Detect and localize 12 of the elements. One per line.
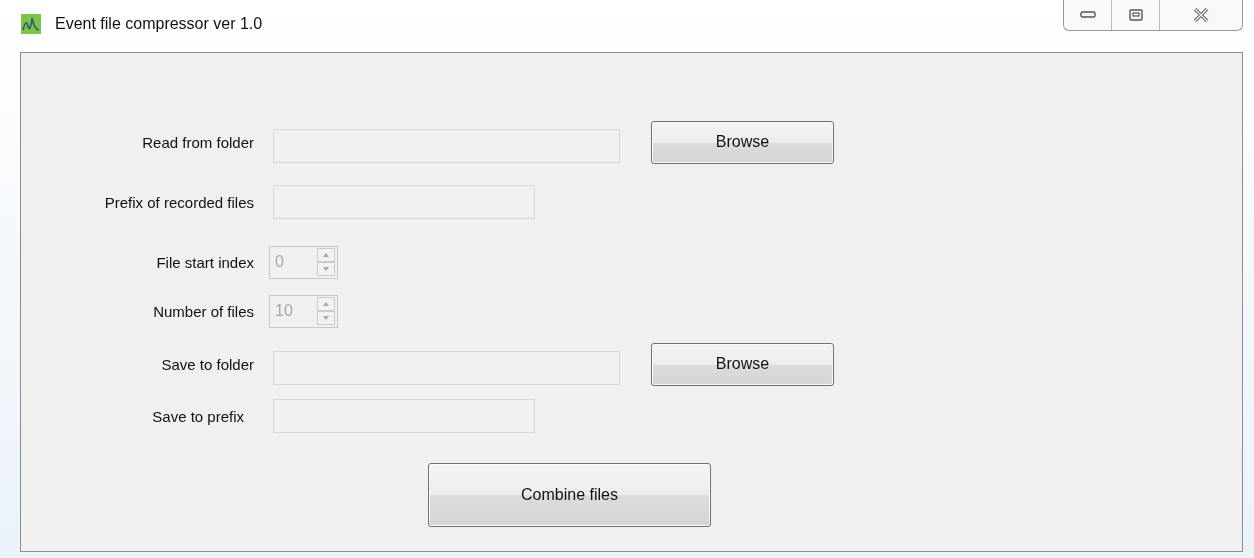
- window-title: Event file compressor ver 1.0: [55, 15, 263, 33]
- combine-files-button[interactable]: Combine files: [428, 463, 711, 527]
- field-label: Save to folder: [160, 355, 254, 373]
- app-icon: [21, 14, 41, 34]
- field-label: Read from folder: [141, 133, 254, 151]
- field-label: Save to prefix: [151, 407, 244, 425]
- maximize-icon[interactable]: [1128, 8, 1143, 21]
- field-label: Number of files: [152, 302, 254, 320]
- close-icon[interactable]: [1193, 7, 1209, 22]
- field-label: File start index: [155, 253, 254, 271]
- field-label: Prefix of recorded files: [103, 193, 254, 211]
- minimize-icon[interactable]: [1079, 10, 1096, 19]
